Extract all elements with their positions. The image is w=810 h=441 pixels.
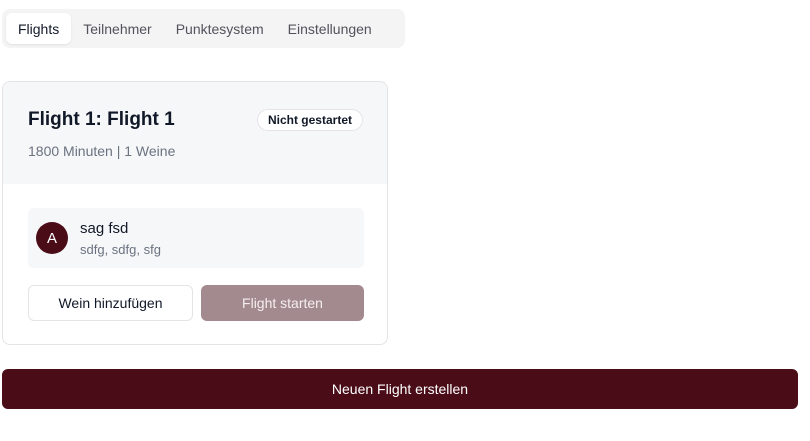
tab-bar: Flights Teilnehmer Punktesystem Einstell… — [2, 9, 405, 48]
wine-details: sdfg, sdfg, sfg — [80, 242, 161, 257]
flight-card: Flight 1: Flight 1 Nicht gestartet 1800 … — [2, 81, 388, 345]
wine-list-item: A sag fsd sdfg, sdfg, sfg — [28, 208, 364, 268]
tab-einstellungen[interactable]: Einstellungen — [276, 13, 384, 44]
flight-card-header: Flight 1: Flight 1 Nicht gestartet 1800 … — [3, 82, 387, 184]
tab-teilnehmer[interactable]: Teilnehmer — [71, 13, 163, 44]
tab-punktesystem[interactable]: Punktesystem — [164, 13, 276, 44]
status-badge: Nicht gestartet — [256, 109, 363, 131]
flight-subtitle: 1800 Minuten | 1 Weine — [28, 143, 176, 159]
tab-flights[interactable]: Flights — [6, 13, 72, 44]
flight-title: Flight 1: Flight 1 — [28, 109, 175, 130]
add-wine-button[interactable]: Wein hinzufügen — [28, 285, 193, 321]
wine-name: sag fsd — [80, 220, 129, 237]
avatar: A — [36, 222, 68, 254]
create-flight-button[interactable]: Neuen Flight erstellen — [2, 369, 798, 409]
start-flight-button[interactable]: Flight starten — [201, 285, 364, 321]
